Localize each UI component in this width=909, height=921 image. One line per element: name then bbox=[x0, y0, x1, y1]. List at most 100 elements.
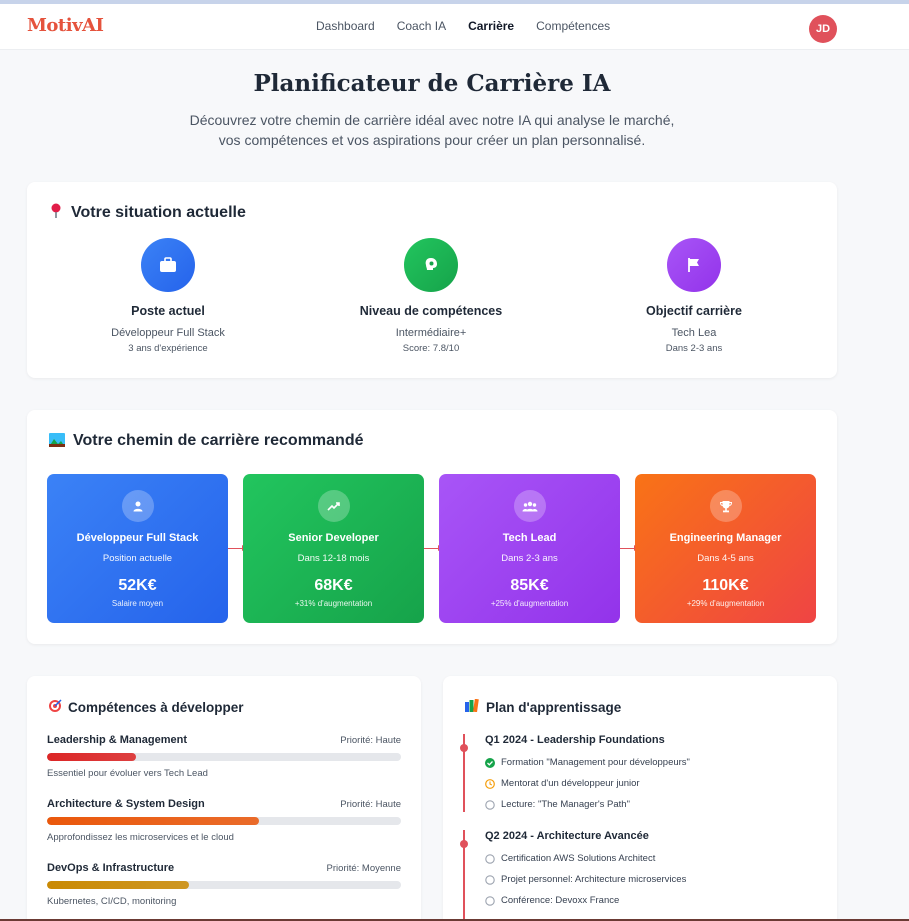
empty-circle-icon bbox=[485, 895, 495, 906]
career-path-card: Votre chemin de carrière recommandé Déve… bbox=[27, 410, 837, 644]
learning-item: Formation "Management pour développeurs" bbox=[485, 757, 690, 768]
page-title: Planificateur de Carrière IA bbox=[253, 70, 611, 97]
skills-card: Compétences à développer Leadership & Ma… bbox=[27, 676, 421, 921]
skill-progress-track bbox=[47, 817, 401, 825]
pin-icon bbox=[49, 203, 63, 222]
path-step-note: Salaire moyen bbox=[111, 599, 164, 608]
nav-carriere[interactable]: Carrière bbox=[468, 19, 514, 33]
quarter-title: Q1 2024 - Leadership Foundations bbox=[485, 734, 665, 746]
clock-icon bbox=[485, 778, 495, 789]
page-subtitle: Découvrez votre chemin de carrière idéal… bbox=[0, 110, 864, 150]
path-step-note: +25% d'augmentation bbox=[490, 599, 569, 608]
empty-circle-icon bbox=[485, 853, 495, 864]
situation-title-text: Votre situation actuelle bbox=[71, 203, 246, 221]
situation-value: Tech Lea bbox=[671, 327, 717, 339]
page-subtitle-line-2: vos compétences et vos aspirations pour … bbox=[218, 132, 646, 148]
timeline-dot bbox=[460, 744, 468, 752]
situation-detail: Dans 2-3 ans bbox=[665, 343, 723, 354]
situation-card: Votre situation actuelle Poste actuel Dé… bbox=[27, 182, 837, 378]
timeline-dot bbox=[460, 840, 468, 848]
learning-item-label: Certification AWS Solutions Architect bbox=[501, 853, 656, 864]
learning-item: Conférence: Devoxx France bbox=[485, 895, 619, 906]
situation-value: Développeur Full Stack bbox=[111, 327, 225, 339]
skills-title: Compétences à développer bbox=[48, 699, 244, 716]
nav-competences[interactable]: Compétences bbox=[536, 19, 610, 33]
situation-title: Votre situation actuelle bbox=[49, 203, 246, 222]
empty-circle-icon bbox=[485, 799, 495, 810]
path-step-salary: 110K€ bbox=[702, 577, 749, 594]
situation-niveau: Niveau de compétences Intermédiaire+ Sco… bbox=[331, 238, 531, 354]
page-subtitle-line-1: Découvrez votre chemin de carrière idéal… bbox=[189, 112, 675, 128]
skill-item: Architecture & System Design Priorité: H… bbox=[47, 798, 401, 843]
check-circle-icon bbox=[485, 757, 495, 768]
path-step-time: Dans 4-5 ans bbox=[697, 553, 754, 564]
user-icon bbox=[121, 490, 154, 522]
situation-label: Niveau de compétences bbox=[359, 304, 503, 318]
learning-item: Certification AWS Solutions Architect bbox=[485, 853, 655, 864]
target-icon bbox=[48, 699, 62, 716]
learning-title-text: Plan d'apprentissage bbox=[486, 699, 622, 715]
skill-description: Approfondissez les microservices et le c… bbox=[47, 832, 234, 843]
skill-description: Kubernetes, CI/CD, monitoring bbox=[47, 896, 177, 907]
learning-item-label: Conférence: Devoxx France bbox=[501, 895, 620, 906]
situation-detail: 3 ans d'expérience bbox=[128, 343, 208, 354]
career-path-title: Votre chemin de carrière recommandé bbox=[49, 432, 364, 450]
situation-poste: Poste actuel Développeur Full Stack 3 an… bbox=[68, 238, 268, 354]
skill-progress-fill bbox=[47, 817, 260, 825]
skill-priority: Priorité: Haute bbox=[340, 799, 401, 810]
path-step-time: Dans 2-3 ans bbox=[501, 553, 558, 564]
nav-coach-ia[interactable]: Coach IA bbox=[397, 19, 446, 33]
learning-item: Mentorat d'un développeur junior bbox=[485, 778, 640, 789]
skill-progress-track bbox=[47, 753, 401, 761]
path-step-salary: 52K€ bbox=[118, 577, 157, 594]
path-step-title: Senior Developer bbox=[288, 532, 379, 544]
learning-item-label: Formation "Management pour développeurs" bbox=[501, 757, 690, 768]
situation-label: Poste actuel bbox=[131, 304, 205, 318]
skill-priority: Priorité: Haute bbox=[340, 735, 401, 746]
skill-name: DevOps & Infrastructure bbox=[47, 862, 175, 874]
path-step-time: Dans 12-18 mois bbox=[297, 553, 370, 564]
learning-title: Plan d'apprentissage bbox=[465, 698, 622, 715]
user-avatar[interactable]: JD bbox=[809, 15, 837, 43]
situation-detail: Score: 7.8/10 bbox=[402, 343, 460, 354]
situation-value: Intermédiaire+ bbox=[395, 327, 467, 339]
path-step-3[interactable]: Tech Lead Dans 2-3 ans 85K€ +25% d'augme… bbox=[439, 474, 620, 623]
path-step-title: Développeur Full Stack bbox=[76, 532, 199, 544]
path-step-1[interactable]: Développeur Full Stack Position actuelle… bbox=[47, 474, 228, 623]
learning-plan-card: Plan d'apprentissage Q1 2024 - Leadershi… bbox=[443, 676, 837, 921]
skill-description: Essentiel pour évoluer vers Tech Lead bbox=[47, 768, 208, 779]
app-logo[interactable]: MotivAI bbox=[27, 15, 104, 36]
quarter-title: Q2 2024 - Architecture Avancée bbox=[485, 830, 649, 842]
nav-dashboard[interactable]: Dashboard bbox=[316, 19, 375, 33]
path-step-title: Tech Lead bbox=[502, 532, 557, 544]
flag-icon bbox=[667, 238, 721, 292]
path-step-note: +31% d'augmentation bbox=[294, 599, 373, 608]
skills-title-text: Compétences à développer bbox=[68, 700, 244, 715]
brain-icon bbox=[404, 238, 458, 292]
users-icon bbox=[513, 490, 546, 522]
career-path-title-text: Votre chemin de carrière recommandé bbox=[73, 432, 364, 449]
path-step-note: +29% d'augmentation bbox=[686, 599, 765, 608]
learning-item-label: Lecture: "The Manager's Path" bbox=[501, 799, 630, 810]
learning-item: Lecture: "The Manager's Path" bbox=[485, 799, 630, 810]
path-step-title: Engineering Manager bbox=[669, 532, 782, 544]
skill-progress-track bbox=[47, 881, 401, 889]
skill-progress-fill bbox=[47, 881, 189, 889]
trophy-icon bbox=[709, 490, 742, 522]
trending-up-icon bbox=[317, 490, 350, 522]
skill-priority: Priorité: Moyenne bbox=[326, 863, 401, 874]
books-icon bbox=[465, 698, 480, 715]
learning-item: Projet personnel: Architecture microserv… bbox=[485, 874, 686, 885]
landscape-icon bbox=[49, 432, 65, 450]
nav-links: Dashboard Coach IA Carrière Compétences bbox=[316, 19, 610, 33]
path-step-2[interactable]: Senior Developer Dans 12-18 mois 68K€ +3… bbox=[243, 474, 424, 623]
empty-circle-icon bbox=[485, 874, 495, 885]
skill-item: Leadership & Management Priorité: Haute … bbox=[47, 734, 401, 779]
path-step-4[interactable]: Engineering Manager Dans 4-5 ans 110K€ +… bbox=[635, 474, 816, 623]
path-step-time: Position actuelle bbox=[102, 553, 173, 564]
skill-progress-fill bbox=[47, 753, 136, 761]
skill-name: Leadership & Management bbox=[47, 734, 187, 746]
learning-item-label: Projet personnel: Architecture microserv… bbox=[501, 874, 687, 885]
path-step-salary: 68K€ bbox=[314, 577, 353, 594]
situation-objectif: Objectif carrière Tech Lea Dans 2-3 ans bbox=[594, 238, 794, 354]
